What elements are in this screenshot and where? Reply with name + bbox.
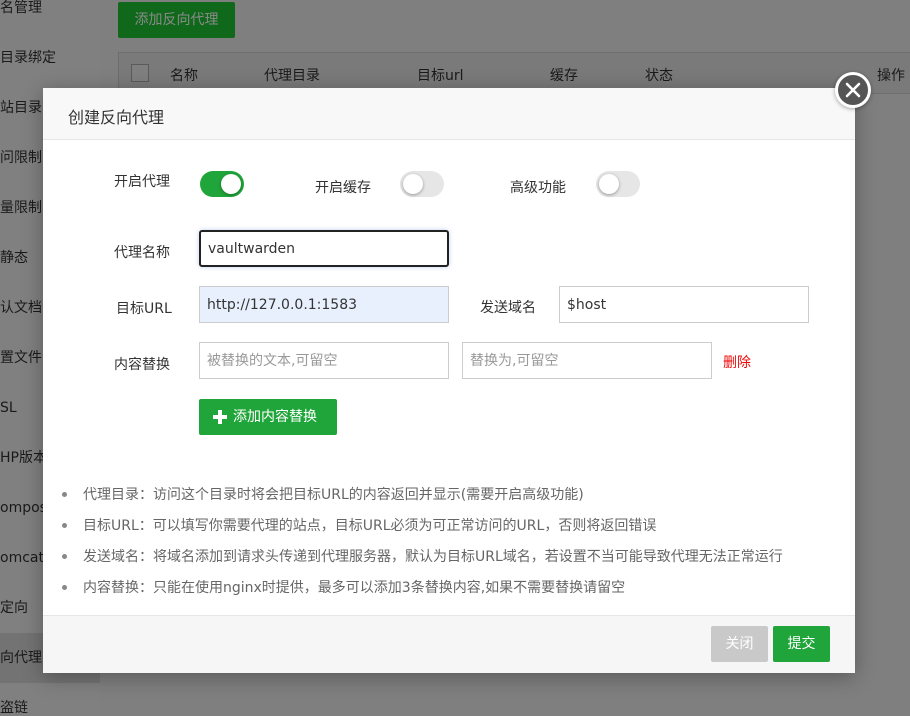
proxy-name-label: 代理名称	[114, 245, 170, 261]
help-tip: 代理目录：访问这个目录时将会把目标URL的内容返回并显示(需要开启高级功能)	[62, 484, 852, 515]
column-header: 缓存	[550, 68, 578, 84]
send-domain-input[interactable]	[559, 286, 809, 323]
enable-proxy-toggle[interactable]	[200, 171, 244, 197]
toggle-knob	[221, 174, 241, 194]
add-content-replace-button[interactable]: 添加内容替换	[199, 399, 337, 435]
column-header: 状态	[645, 68, 673, 84]
column-header: 代理目录	[264, 68, 320, 84]
delete-replace-link[interactable]: 删除	[723, 352, 751, 372]
add-content-replace-label: 添加内容替换	[233, 409, 317, 425]
content-replace-label: 内容替换	[114, 357, 170, 373]
close-icon	[845, 82, 861, 98]
enable-proxy-label: 开启代理	[114, 174, 170, 190]
dialog-footer: 关闭 提交	[43, 615, 855, 673]
column-header: 名称	[170, 68, 198, 84]
sidebar-item: 名管理	[0, 0, 42, 16]
sidebar-item: 盗链	[0, 700, 28, 716]
help-tip: 目标URL：可以填写你需要代理的站点，目标URL必须为可正常访问的URL，否则将…	[62, 515, 852, 546]
help-tip: 内容替换：只能在使用nginx时提供，最多可以添加3条替换内容,如果不需要替换请…	[62, 577, 852, 608]
dialog-header: 创建反向代理	[43, 88, 855, 140]
toggle-knob	[403, 174, 423, 194]
column-header: 操作	[877, 68, 905, 84]
plus-icon	[213, 410, 227, 424]
close-button[interactable]: 关闭	[711, 626, 768, 662]
enable-cache-label: 开启缓存	[315, 180, 371, 196]
toggle-knob	[599, 174, 619, 194]
dialog-title: 创建反向代理	[68, 108, 165, 127]
background-add-proxy-button: 添加反向代理	[118, 2, 235, 38]
target-url-input[interactable]	[199, 286, 449, 323]
replace-to-input[interactable]	[462, 342, 712, 379]
advanced-label: 高级功能	[510, 180, 566, 196]
sidebar-item: 目录绑定	[0, 50, 56, 66]
column-header: 目标url	[417, 68, 464, 84]
replace-from-input[interactable]	[199, 342, 449, 379]
help-tips-list: 代理目录：访问这个目录时将会把目标URL的内容返回并显示(需要开启高级功能) 目…	[62, 484, 852, 608]
advanced-toggle[interactable]	[596, 171, 640, 197]
enable-cache-toggle[interactable]	[400, 171, 444, 197]
close-dialog-button[interactable]	[835, 72, 871, 108]
help-tip: 发送域名：将域名添加到请求头传递到代理服务器，默认为目标URL域名，若设置不当可…	[62, 546, 852, 577]
select-all-checkbox	[131, 64, 149, 82]
target-url-label: 目标URL	[116, 301, 172, 317]
proxy-name-input[interactable]	[199, 230, 449, 267]
submit-button[interactable]: 提交	[773, 626, 830, 662]
send-domain-label: 发送域名	[480, 300, 536, 316]
